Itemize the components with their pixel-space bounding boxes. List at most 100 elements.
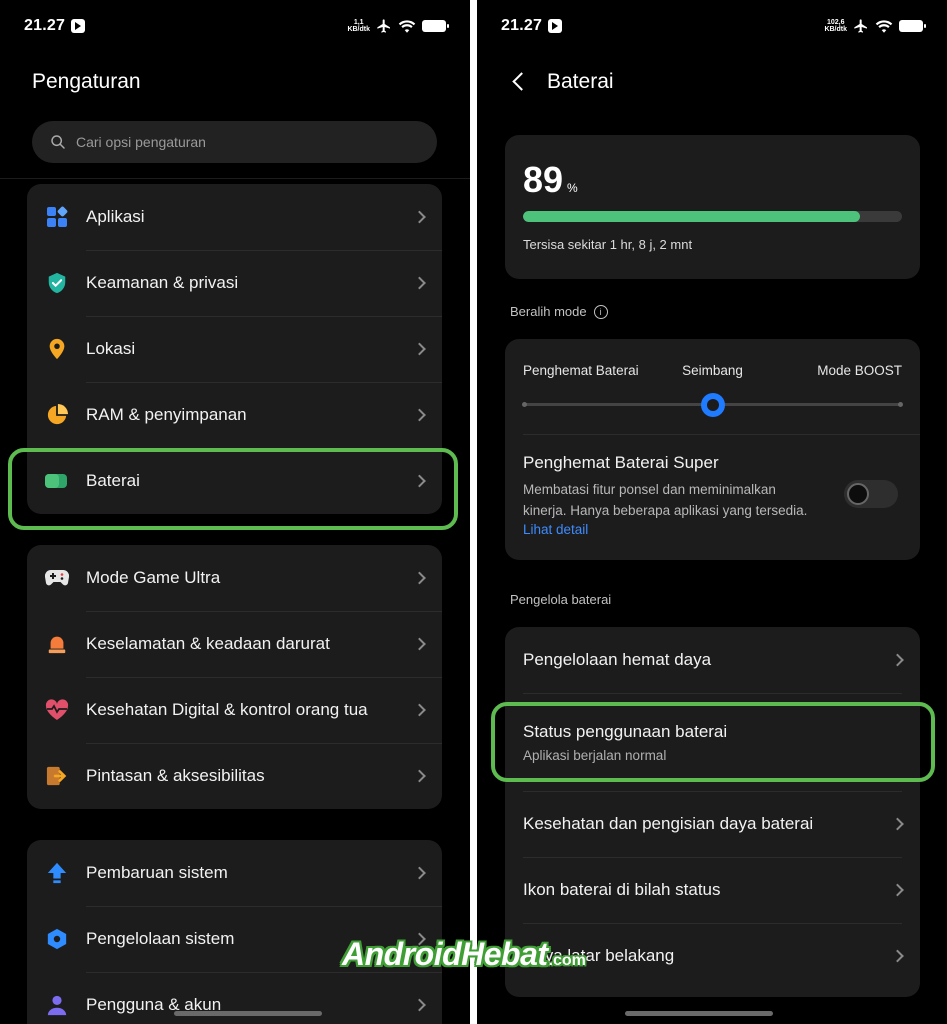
header-divider [0,178,470,179]
mode-slider[interactable] [522,393,903,417]
settings-item-keselamatan[interactable]: Keselamatan & keadaan darurat [27,611,442,677]
settings-item-game[interactable]: Mode Game Ultra [27,545,442,611]
slider-stop-dot [522,402,527,407]
airplane-icon [377,19,390,33]
status-battery-icon [899,20,926,32]
settings-item-pengguna[interactable]: Pengguna & akun [27,972,442,1024]
system-hexagon-icon [45,927,69,951]
mode-option-saver[interactable]: Penghemat Baterai [523,363,639,378]
chevron-right-icon [413,703,426,717]
user-icon [45,993,69,1017]
settings-item-label: Mode Game Ultra [86,568,221,587]
shield-icon [45,271,69,295]
network-speed: 102,6 KB/dtk [824,19,847,33]
gamepad-icon [45,566,69,590]
battery-percent-value: 89 [523,159,564,200]
network-speed-unit: KB/dtk [824,26,847,33]
network-speed-value: 102,6 [826,19,845,26]
back-arrow-icon[interactable] [512,72,531,91]
chevron-right-icon [413,769,426,783]
update-arrow-icon [45,861,69,885]
chevron-right-icon [413,866,426,880]
mode-card: Penghemat Baterai Seimbang Mode BOOST Pe… [505,339,920,560]
manager-item-status-bar-icon[interactable]: Ikon baterai di bilah status [505,857,920,923]
manager-section-label: Pengelola baterai [510,592,612,607]
settings-group-3: Pembaruan sistem Pengelolaan sistem Peng… [27,840,442,1024]
chevron-right-icon [413,998,426,1012]
home-indicator[interactable] [174,1011,322,1016]
highlight-frame [8,448,458,530]
settings-item-label: Kesehatan Digital & kontrol orang tua [86,700,368,719]
super-saver-toggle[interactable] [844,480,898,508]
settings-item-kesehatan-digital[interactable]: Kesehatan Digital & kontrol orang tua [27,677,442,743]
battery-remaining-time: Tersisa sekitar 1 hr, 8 j, 2 mnt [523,237,693,252]
home-indicator[interactable] [625,1011,773,1016]
notification-app-icon [71,19,86,33]
manager-item-title: Ikon baterai di bilah status [523,880,721,899]
settings-item-aplikasi[interactable]: Aplikasi [27,184,442,250]
slider-knob[interactable] [700,393,725,417]
settings-item-label: RAM & penyimpanan [86,405,247,424]
chevron-right-icon [413,408,426,422]
status-time: 21.27 [24,17,66,34]
status-time: 21.27 [501,17,543,34]
siren-icon [45,632,69,656]
slider-stop-dot [898,402,903,407]
mode-option-balanced[interactable]: Seimbang [682,363,743,378]
status-bar: 21.27 102,6 KB/dtk [501,14,926,38]
search-input[interactable]: Cari opsi pengaturan [32,121,437,163]
settings-item-label: Lokasi [86,339,136,358]
chevron-right-icon [413,571,426,585]
settings-item-label: Aplikasi [86,207,145,226]
settings-item-pembaruan[interactable]: Pembaruan sistem [27,840,442,906]
settings-group-2: Mode Game Ultra Keselamatan & keadaan da… [27,545,442,809]
manager-item-health-charging[interactable]: Kesehatan dan pengisian daya baterai [505,791,920,857]
wifi-icon [398,20,416,33]
super-saver-details-link[interactable]: Lihat detail [523,522,588,537]
shortcut-icon [45,764,69,788]
location-pin-icon [45,337,69,361]
battery-level-card: 89% Tersisa sekitar 1 hr, 8 j, 2 mnt [505,135,920,279]
battery-screen: 21.27 102,6 KB/dtk Baterai 89% Tersisa s… [477,0,947,1024]
battery-percent-sign: % [567,181,578,195]
settings-item-pintasan[interactable]: Pintasan & aksesibilitas [27,743,442,809]
info-icon[interactable]: i [593,304,608,319]
chevron-right-icon [413,210,426,224]
status-bar: 21.27 1,1 KB/dtk [24,14,449,38]
manager-item-power-saving[interactable]: Pengelolaan hemat daya [505,627,920,693]
mode-section-title: Beralih mode [510,304,587,319]
settings-item-label: Pembaruan sistem [86,863,228,882]
settings-screen: 21.27 1,1 KB/dtk Pengaturan Cari opsi pe… [0,0,470,1024]
card-divider [523,434,920,435]
network-speed-value: 1,1 [353,19,364,26]
heart-pulse-icon [45,698,69,722]
highlight-frame [491,702,935,782]
settings-item-label: Pengelolaan sistem [86,929,235,948]
apps-icon [45,205,69,229]
page-title: Baterai [547,70,614,93]
mode-option-boost[interactable]: Mode BOOST [817,363,902,378]
settings-item-lokasi[interactable]: Lokasi [27,316,442,382]
mode-section-label: Beralih mode i [510,304,608,319]
page-title: Pengaturan [32,70,141,93]
network-speed: 1,1 KB/dtk [347,19,370,33]
manager-item-title: Pengelolaan hemat daya [523,650,712,669]
battery-level-bar [523,211,902,222]
search-placeholder: Cari opsi pengaturan [76,134,206,150]
notification-app-icon [548,19,563,33]
watermark-suffix: .com [548,952,586,969]
settings-item-ram[interactable]: RAM & penyimpanan [27,382,442,448]
watermark-main: AndroidHebat [342,936,548,972]
pie-chart-icon [45,403,69,427]
settings-item-label: Pintasan & aksesibilitas [86,766,265,785]
settings-item-keamanan[interactable]: Keamanan & privasi [27,250,442,316]
airplane-icon [854,19,867,33]
watermark-logo: AndroidHebat .com [342,936,586,976]
network-speed-unit: KB/dtk [347,26,370,33]
chevron-right-icon [413,342,426,356]
wifi-icon [875,20,893,33]
chevron-right-icon [413,276,426,290]
status-battery-icon [422,20,449,32]
search-icon [51,135,65,149]
super-saver-description: Membatasi fitur ponsel dan meminimalkan … [523,482,808,518]
